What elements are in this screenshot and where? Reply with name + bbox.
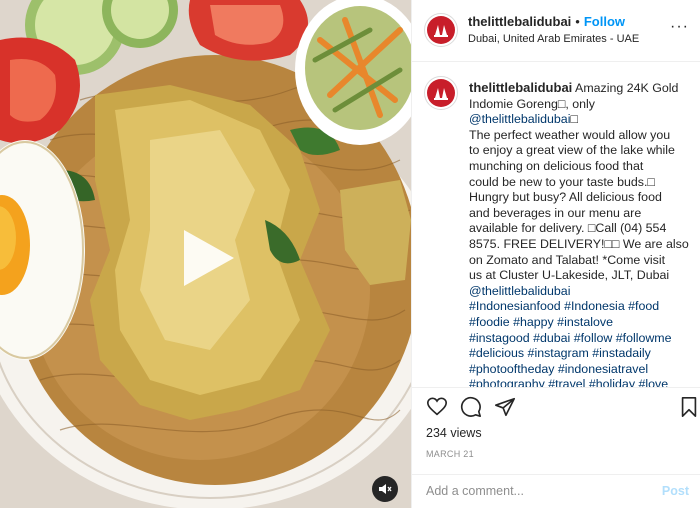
post-media[interactable] [0,0,411,508]
caption-line: available for delivery. □Call (04) 554 [469,221,667,236]
view-count[interactable]: 234 views [426,426,482,440]
caption-line: on Zomato and Talabat! *Come visit [469,252,666,267]
comment-bar: Add a comment... Post [412,474,700,508]
hashtag-link[interactable]: #photooftheday #indonesiatravel [469,362,648,376]
caption-line: could be new to your taste buds.□ [469,174,655,189]
caption-line: □ [570,112,578,127]
hashtag-link[interactable]: #instagood #dubai #follow #followme [469,331,672,345]
caption-line: The perfect weather would allow you [469,127,671,142]
location-link[interactable]: Dubai, United Arab Emirates - UAE [468,33,639,45]
more-options-icon[interactable]: ··· [670,18,689,36]
caption-line: and beverages in our menu are [469,205,642,220]
mention-link[interactable]: @thelittlebalidubai [469,284,570,298]
username-link[interactable]: thelittlebalidubai [468,14,571,29]
hashtag-link[interactable]: #Indonesianfood #Indonesia #food [469,299,659,313]
caption-text: thelittlebalidubai Amazing 24K Gold Indo… [469,80,695,387]
caption-avatar[interactable] [424,76,458,110]
caption-line: us at Cluster U-Lakeside, JLT, Dubai [469,268,670,283]
play-icon[interactable] [176,226,240,290]
bookmark-icon[interactable] [679,396,699,423]
caption-line: munching on delicious food that [469,158,644,173]
post-comment-button[interactable]: Post [662,484,689,498]
post-sidebar: thelittlebalidubai • Follow Dubai, United … [411,0,700,508]
hashtag-link[interactable]: #delicious #instagram #instadaily [469,346,651,360]
post-date[interactable]: MARCH 21 [426,449,474,459]
separator-dot: • [575,14,580,29]
caption-line: 8575. FREE DELIVERY!□□ We are also [469,236,689,251]
heart-icon[interactable] [426,396,448,423]
mute-icon[interactable] [372,476,398,502]
follow-button[interactable]: Follow [584,14,625,29]
comment-icon[interactable] [460,396,482,423]
caption-line: Indomie Goreng□, only [469,96,595,111]
brand-logo-icon [434,88,448,100]
hashtag-link[interactable]: #foodie #happy #instalove [469,315,613,329]
share-icon[interactable] [494,396,516,423]
avatar[interactable] [424,13,458,47]
caption-line: to enjoy a great view of the lake while [469,143,675,158]
post-header: thelittlebalidubai • Follow Dubai, United … [412,0,700,62]
brand-logo-icon [434,25,448,37]
caption-line: Hungry but busy? All delicious food [469,190,662,205]
hashtag-link[interactable]: #photography #travel #holiday #love [469,377,668,387]
caption-username[interactable]: thelittlebalidubai [469,80,572,95]
mention-link[interactable]: @thelittlebalidubai [469,112,570,126]
caption-line: Amazing 24K Gold [572,81,679,95]
caption-area[interactable]: thelittlebalidubai Amazing 24K Gold Indo… [412,62,700,387]
comment-input[interactable]: Add a comment... [426,484,524,498]
